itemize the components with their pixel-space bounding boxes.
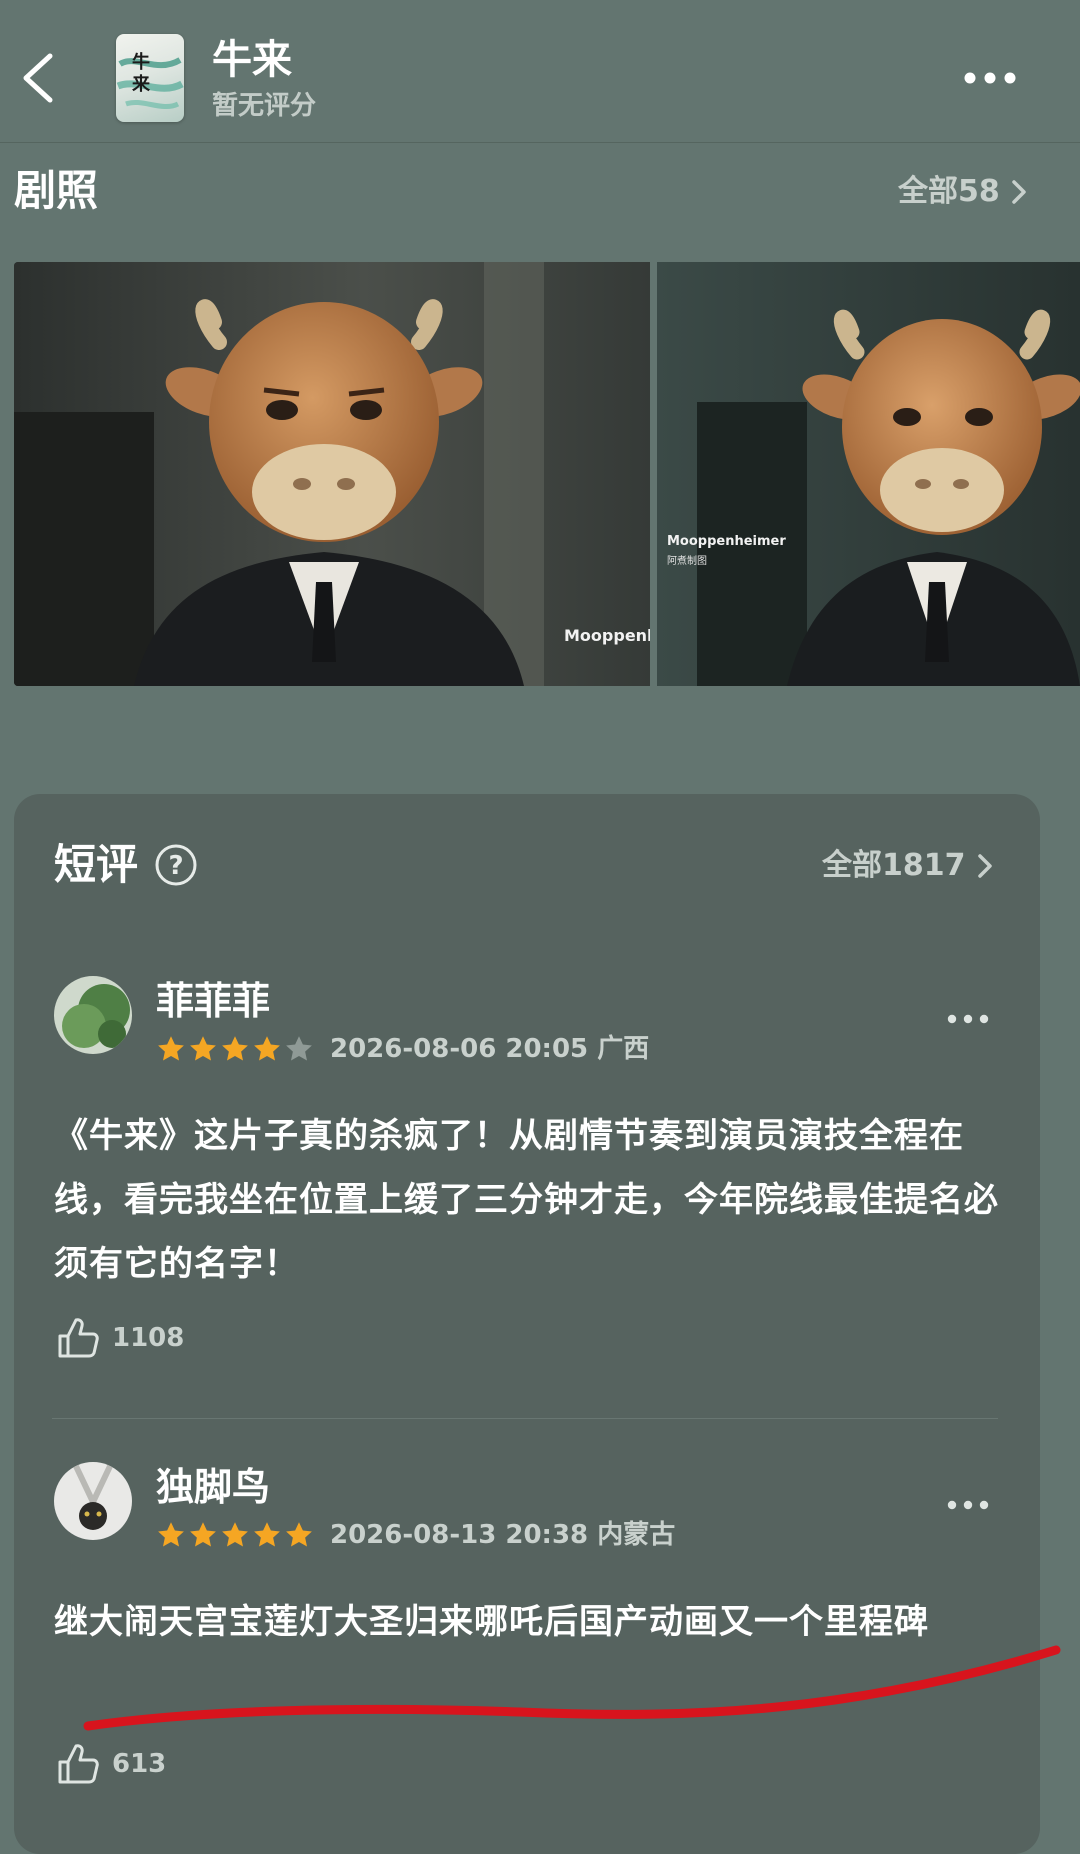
more-icon [947,1014,989,1024]
star-icon [190,1036,216,1061]
review-more-button[interactable] [946,1010,990,1024]
still-watermark-2-sub: 阿煮制图 [667,556,707,567]
still-image-1 [14,262,650,686]
review-meta: 2026-08-06 20:05 广西 [330,1032,649,1066]
star-icon [222,1522,248,1547]
rating-stars [156,1034,314,1064]
help-icon: ? [155,844,197,886]
like-button[interactable]: 613 [56,1742,166,1786]
back-arrow-icon [23,53,53,103]
star-icon [254,1036,280,1061]
poster-title: 牛来 [132,52,150,95]
like-count: 613 [112,1749,167,1779]
chevron-right-icon [1012,180,1026,204]
stills-see-all[interactable]: 全部58 [898,172,1028,212]
user-avatar[interactable] [54,1462,132,1540]
review-meta: 2026-08-13 20:38 内蒙古 [330,1518,675,1552]
star-icon [190,1522,216,1547]
more-icon [947,1500,989,1510]
thumbs-up-icon [58,1318,99,1358]
still-watermark-1: Mooppenl [564,626,650,645]
help-button[interactable]: ? [154,843,198,891]
star-icon [222,1036,248,1061]
movie-title[interactable]: 牛来 [212,36,292,84]
back-button[interactable] [14,48,62,108]
review-username[interactable]: 独脚鸟 [156,1464,270,1510]
review-divider [52,1418,998,1419]
movie-poster[interactable]: 牛来 [116,34,184,122]
star-icon [286,1036,312,1061]
star-icon [158,1522,184,1547]
still-watermark-2: Mooppenheimer [667,534,786,549]
like-count: 1108 [112,1323,185,1353]
review-date: 2026-08-06 20:05 [330,1034,589,1064]
rating-stars [156,1520,314,1550]
thumbs-up-icon [58,1744,99,1784]
more-options-button[interactable] [960,66,1020,90]
reviews-see-all-label: 全部1817 [822,848,966,883]
reviews-see-all[interactable]: 全部1817 [822,846,994,886]
review-text: 继大闹天宫宝莲灯大圣归来哪吒后国产动画又一个里程碑 [54,1602,929,1642]
more-icon [964,72,1016,84]
chevron-right-icon [977,854,992,878]
svg-text:?: ? [168,851,183,881]
review-location: 广西 [597,1034,650,1064]
avatar-image [54,1462,132,1540]
like-button[interactable]: 1108 [56,1316,184,1360]
star-icon [158,1036,184,1061]
stills-see-all-label: 全部58 [898,174,1000,209]
review-location: 内蒙古 [597,1520,676,1550]
still-photo-2[interactable]: Mooppenheimer 阿煮制图 [657,262,1080,686]
stills-title: 剧照 [14,166,99,215]
review-date: 2026-08-13 20:38 [330,1520,589,1550]
review-text: 《牛来》这片子真的杀疯了！从剧情节奏到演员演技全程在线，看完我坐在位置上缓了三分… [54,1116,999,1284]
review-username[interactable]: 菲菲菲 [156,978,270,1024]
avatar-image [54,976,132,1054]
rating-status: 暂无评分 [212,91,317,121]
still-image-2 [657,262,1080,686]
review-more-button[interactable] [946,1496,990,1510]
still-photo-1[interactable]: Mooppenl [14,262,650,686]
star-icon [254,1522,280,1547]
star-icon [286,1522,312,1547]
header-divider [0,142,1080,143]
reviews-title: 短评 [54,840,139,889]
user-avatar[interactable] [54,976,132,1054]
